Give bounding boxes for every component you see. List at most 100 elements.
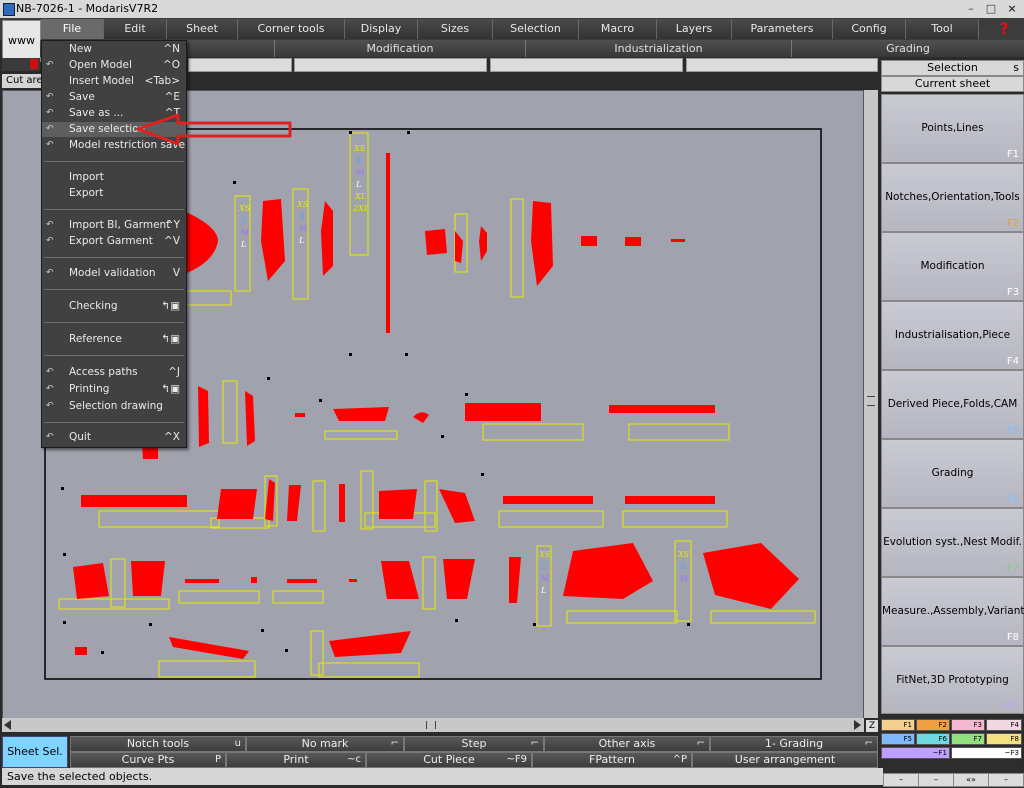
menu-sheet[interactable]: Sheet (167, 19, 238, 39)
scroll-grip-icon[interactable] (426, 721, 436, 729)
menu-item-save[interactable]: ↶ Save ^E (42, 90, 186, 105)
button-key: ~c (347, 754, 361, 765)
menu-item-checking[interactable]: Checking ↰▣ (42, 299, 186, 314)
fkey-fitnet[interactable]: FitNet,3D Prototyping ~F1 (881, 646, 1024, 714)
swatch-f3[interactable]: F3 (951, 719, 985, 731)
svg-text:L: L (298, 236, 304, 245)
menu-config[interactable]: Config (833, 19, 906, 39)
fkey-shortcut: F5 (1006, 425, 1019, 436)
swatch-btn-2[interactable]: – (918, 773, 954, 787)
swatch-btn-3[interactable]: «» (953, 773, 989, 787)
menu-item-reference[interactable]: Reference ↰▣ (42, 332, 186, 347)
button-label: Notch tools (126, 737, 190, 750)
swatch-shift-f3[interactable]: ~F3 (951, 747, 1022, 759)
minimize-button[interactable]: – (962, 2, 980, 16)
fkey-notches[interactable]: Notches,Orientation,Tools F2 (881, 163, 1024, 232)
vertical-scrollbar[interactable] (864, 90, 878, 718)
tool-group-industrialization[interactable]: Industrialization (526, 40, 792, 57)
horizontal-scrollbar[interactable] (2, 718, 864, 732)
zoom-corner-icon[interactable]: Z (866, 720, 878, 732)
swatch-f2[interactable]: F2 (916, 719, 950, 731)
tool-group-modification[interactable]: Modification (275, 40, 526, 57)
sheet-sel-button[interactable]: Sheet Sel. (2, 736, 68, 768)
swatch-btn-1[interactable]: – (883, 773, 919, 787)
menu-selection[interactable]: Selection (493, 19, 579, 39)
info-field-4 (686, 58, 878, 72)
menu-display[interactable]: Display (345, 19, 418, 39)
menu-item-import[interactable]: Import (42, 170, 186, 185)
menu-item-quit[interactable]: ↶ Quit ^X (42, 430, 186, 445)
menu-tool[interactable]: Tool (906, 19, 979, 39)
swatch-f5[interactable]: F5 (881, 733, 915, 745)
fpattern-button[interactable]: FPattern ^P (532, 752, 692, 768)
swatch-f7[interactable]: F7 (951, 733, 985, 745)
step-button[interactable]: Step ⌐ (404, 736, 544, 752)
swatch-btn-4[interactable]: – (988, 773, 1024, 787)
item-marker-icon: ↶ (46, 92, 54, 102)
swatch-f4[interactable]: F4 (986, 719, 1022, 731)
cut-piece-button[interactable]: Cut Piece ~F9 (366, 752, 532, 768)
help-icon[interactable]: ? (984, 18, 1024, 40)
menu-sizes[interactable]: Sizes (418, 19, 493, 39)
fkey-label: Industrialisation,Piece (894, 329, 1011, 341)
menu-item-selection-drawing[interactable]: ↶ Selection drawing (42, 399, 186, 414)
item-label: Insert Model (69, 75, 134, 87)
item-label: Selection drawing (69, 400, 163, 412)
maximize-button[interactable]: □ (982, 2, 1000, 16)
scroll-left-icon[interactable] (4, 720, 11, 730)
swatch-f1[interactable]: F1 (881, 719, 915, 731)
www-tab[interactable]: www (2, 20, 41, 62)
item-marker-icon: ↶ (46, 432, 54, 442)
fkey-evolution[interactable]: Evolution syst.,Nest Modif. F7 (881, 508, 1024, 577)
other-axis-button[interactable]: Other axis ⌐ (544, 736, 710, 752)
menu-item-printing[interactable]: ↶ Printing ↰▣ (42, 382, 186, 397)
menu-item-insert-model[interactable]: Insert Model <Tab> (42, 74, 186, 89)
menu-parameters[interactable]: Parameters (732, 19, 833, 39)
fkey-derived-piece[interactable]: Derived Piece,Folds,CAM F5 (881, 370, 1024, 439)
menu-item-model-validation[interactable]: ↶ Model validation V (42, 266, 186, 281)
no-mark-button[interactable]: No mark ⌐ (246, 736, 404, 752)
fkey-points-lines[interactable]: Points,Lines F1 (881, 94, 1024, 163)
menu-item-export-garment[interactable]: ↶ Export Garment ^V (42, 234, 186, 249)
current-sheet-header[interactable]: Current sheet (881, 76, 1024, 92)
item-marker-icon: ↶ (46, 124, 54, 134)
scroll-grip-icon[interactable] (867, 396, 875, 406)
menu-file[interactable]: File (41, 19, 104, 39)
menu-corner-tools[interactable]: Corner tools (238, 19, 345, 39)
menu-item-export[interactable]: Export (42, 186, 186, 201)
fkey-measure[interactable]: Measure.,Assembly,Variants F8 (881, 577, 1024, 646)
item-label: Reference (69, 333, 122, 345)
tool-group-grading[interactable]: Grading (792, 40, 1024, 57)
notch-tools-button[interactable]: Notch tools u (70, 736, 246, 752)
swatch-shift-f1[interactable]: ~F1 (881, 747, 950, 759)
menu-item-access-paths[interactable]: ↶ Access paths ^J (42, 365, 186, 380)
menu-item-open-model[interactable]: ↶ Open Model ^O (42, 58, 186, 73)
menu-edit[interactable]: Edit (104, 19, 167, 39)
print-button[interactable]: Print ~c (226, 752, 366, 768)
item-shortcut: ^E (164, 91, 180, 103)
fkey-grading[interactable]: Grading F6 (881, 439, 1024, 508)
menu-macro[interactable]: Macro (579, 19, 657, 39)
user-arrangement-button[interactable]: User arrangement (692, 752, 878, 768)
button-label: Print (283, 753, 309, 766)
item-marker-icon: ↶ (46, 108, 54, 118)
swatch-f8[interactable]: F8 (986, 733, 1022, 745)
menu-item-new[interactable]: New ^N (42, 42, 186, 57)
fkey-label: Modification (920, 260, 985, 272)
info-field-1 (188, 58, 292, 72)
fkey-shortcut: F1 (1006, 149, 1019, 160)
scroll-right-icon[interactable] (854, 720, 861, 730)
close-button[interactable]: × (1002, 2, 1022, 16)
swatch-f6[interactable]: F6 (916, 733, 950, 745)
grading-mode-button[interactable]: 1- Grading ⌐ (710, 736, 878, 752)
curve-pts-button[interactable]: Curve Pts P (70, 752, 226, 768)
fkey-industrialisation[interactable]: Industrialisation,Piece F4 (881, 301, 1024, 370)
item-shortcut: ^N (163, 43, 180, 55)
fkey-shortcut: F7 (1006, 563, 1019, 574)
fkey-shortcut: F6 (1006, 494, 1019, 505)
menu-item-import-bi-garment[interactable]: ↶ Import BI, Garment ^Y (42, 218, 186, 233)
menu-layers[interactable]: Layers (657, 19, 732, 39)
selection-header[interactable]: Selection s (881, 60, 1024, 76)
fkey-shortcut: F4 (1006, 356, 1019, 367)
fkey-modification[interactable]: Modification F3 (881, 232, 1024, 301)
